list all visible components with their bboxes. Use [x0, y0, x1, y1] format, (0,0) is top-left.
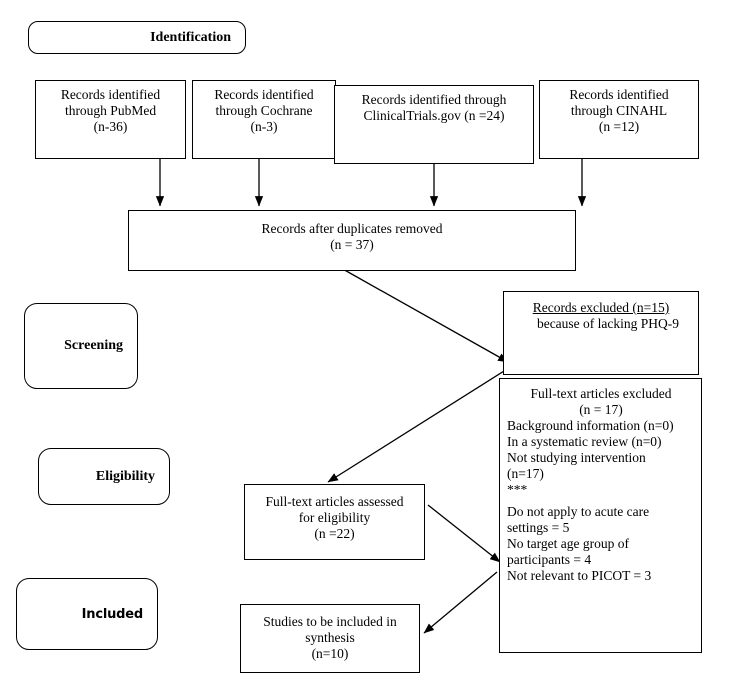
- source-clinicaltrials-line1: Records identified through: [361, 92, 507, 107]
- fulltext-assessed-box: Full-text articles assessed for eligibil…: [244, 484, 425, 560]
- fulltext-excluded-count: (n = 17): [579, 401, 623, 417]
- source-pubmed-count: (n-36): [93, 118, 128, 134]
- records-excluded-reason: because of lacking PHQ-9: [536, 315, 680, 331]
- fulltext-excluded-detail-1: settings = 5: [507, 520, 570, 536]
- fulltext-excluded-detail-0: Do not apply to acute care: [507, 504, 650, 520]
- studies-included-line1: Studies to be included in: [263, 614, 397, 629]
- duplicates-removed-label: Records after duplicates removed: [261, 221, 443, 236]
- arrow-excluded-to-fulltext-assessed: [327, 365, 513, 483]
- fulltext-excluded-detail-3: participants = 4: [507, 552, 592, 568]
- fulltext-assessed-count: (n =22): [314, 525, 355, 541]
- stage-eligibility-label: Eligibility: [95, 468, 155, 484]
- source-cochrane-count: (n-3): [250, 118, 278, 134]
- source-cochrane-line1: Records identified: [214, 87, 314, 102]
- prisma-flow-diagram: Identification Screening Eligibility Inc…: [0, 0, 741, 699]
- source-pubmed-line1: Records identified: [60, 87, 161, 102]
- source-pubmed-line2: through PubMed: [64, 102, 157, 118]
- fulltext-excluded-detail-4: Not relevant to PICOT = 3: [507, 568, 652, 584]
- arrow-fulltext-assessed-to-excluded: [427, 504, 501, 563]
- source-box-cinahl: Records identified through CINAHL (n =12…: [539, 80, 699, 159]
- source-box-clinicaltrials: Records identified through ClinicalTrial…: [334, 85, 534, 164]
- stage-eligibility: Eligibility: [38, 448, 170, 505]
- fulltext-excluded-reason-3: (n=17): [507, 465, 544, 481]
- stage-identification-label: Identification: [150, 29, 231, 45]
- fulltext-excluded-reason-1: In a systematic review (n=0): [507, 433, 662, 449]
- source-cochrane-line2: through Cochrane: [215, 102, 313, 118]
- source-cinahl-line1: Records identified: [569, 87, 669, 102]
- records-excluded-heading: Records excluded (n=15): [532, 300, 670, 315]
- duplicates-removed-box: Records after duplicates removed (n = 37…: [128, 210, 576, 271]
- fulltext-excluded-separator: ***: [507, 481, 528, 497]
- stage-screening: Screening: [24, 303, 138, 389]
- source-box-pubmed: Records identified through PubMed (n-36): [35, 80, 186, 159]
- arrow-duplicates-to-records-excluded: [340, 267, 509, 363]
- fulltext-assessed-line1: Full-text articles assessed: [265, 494, 404, 509]
- source-cinahl-count: (n =12): [598, 118, 640, 134]
- records-excluded-box: Records excluded (n=15) because of lacki…: [503, 291, 699, 375]
- source-box-cochrane: Records identified through Cochrane (n-3…: [192, 80, 336, 159]
- duplicates-removed-count: (n = 37): [330, 236, 374, 252]
- stage-identification: Identification: [28, 21, 246, 54]
- fulltext-excluded-reason-0: Background information (n=0): [507, 417, 674, 433]
- studies-included-count: (n=10): [311, 645, 349, 661]
- studies-included-line2: synthesis: [305, 629, 355, 645]
- stage-screening-label: Screening: [64, 338, 123, 353]
- arrow-excluded-to-studies-included: [423, 571, 498, 634]
- source-clinicaltrials-line2: ClinicalTrials.gov (n =24): [363, 107, 505, 123]
- fulltext-excluded-spacer: [507, 497, 695, 504]
- fulltext-excluded-reason-2: Not studying intervention: [507, 449, 646, 465]
- fulltext-excluded-detail-2: No target age group of: [507, 536, 629, 552]
- fulltext-excluded-box: Full-text articles excluded (n = 17) Bac…: [499, 378, 702, 653]
- fulltext-assessed-line2: for eligibility: [298, 509, 371, 525]
- stage-included: Included: [16, 578, 158, 650]
- fulltext-excluded-title: Full-text articles excluded: [530, 386, 672, 401]
- stage-included-label: Included: [81, 606, 144, 622]
- source-cinahl-line2: through CINAHL: [570, 102, 668, 118]
- studies-included-box: Studies to be included in synthesis (n=1…: [240, 604, 420, 673]
